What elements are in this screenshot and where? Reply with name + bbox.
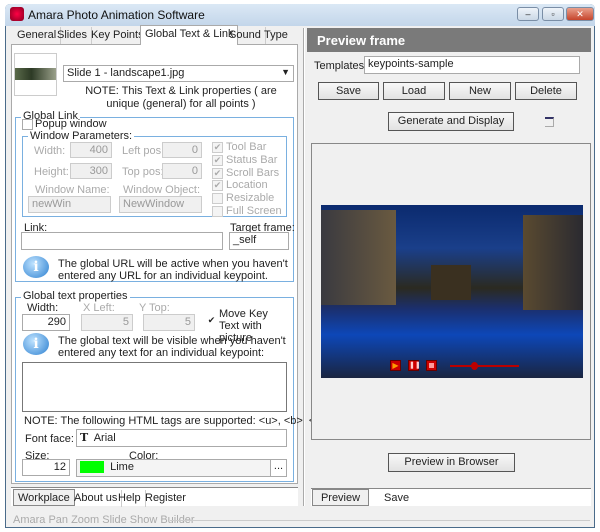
- tab-save[interactable]: Save: [380, 490, 413, 507]
- new-button[interactable]: New: [449, 82, 511, 100]
- window-name-input[interactable]: newWin: [28, 196, 111, 213]
- preview-frame-title: Preview frame: [307, 28, 591, 52]
- option-label: Resizable: [226, 192, 275, 205]
- progress-slider[interactable]: [450, 362, 519, 370]
- window-object-input[interactable]: NewWindow: [119, 196, 202, 213]
- templates-label: Templates:: [314, 60, 368, 72]
- window-parameters-title: Window Parameters:: [28, 130, 135, 142]
- top-pos-input[interactable]: 0: [162, 163, 202, 179]
- option-checkbox[interactable]: ✔: [212, 180, 223, 192]
- option-label: Location: [226, 179, 268, 192]
- option-checkbox[interactable]: ✔: [212, 154, 223, 166]
- option-checkbox[interactable]: ✔: [212, 167, 223, 179]
- tab-workplace[interactable]: Workplace: [13, 489, 75, 506]
- global-text-title: Global text properties: [21, 290, 130, 302]
- popup-window-label: Popup window: [35, 118, 107, 130]
- stop-button[interactable]: [426, 360, 437, 371]
- popup-height-input[interactable]: 300: [70, 163, 112, 179]
- font-face-value: Arial: [93, 432, 116, 444]
- left-pos-label: Left pos:: [122, 145, 165, 157]
- color-name: Lime: [110, 461, 134, 473]
- color-select[interactable]: Lime: [76, 459, 271, 477]
- tab-global-text-link[interactable]: Global Text & Link: [140, 25, 239, 45]
- chevron-down-icon: ▼: [281, 67, 290, 77]
- info-icon: i: [23, 256, 49, 278]
- size-input[interactable]: 12: [22, 459, 70, 476]
- color-picker-button[interactable]: ...: [270, 459, 287, 477]
- tab-type[interactable]: Type: [260, 27, 292, 44]
- font-face-input[interactable]: T Arial: [76, 429, 287, 447]
- option-checkbox[interactable]: ✔: [212, 142, 223, 153]
- target-frame-input[interactable]: _self: [229, 232, 289, 250]
- font-face-label: Font face:: [25, 433, 74, 445]
- text-width-label: Width:: [27, 302, 59, 314]
- x-left-label: X Left:: [83, 302, 115, 314]
- templates-input[interactable]: keypoints-sample: [364, 56, 580, 74]
- pause-button[interactable]: ❚❚: [408, 360, 421, 371]
- text-width-input[interactable]: 290: [22, 314, 70, 331]
- close-button[interactable]: ✕: [566, 7, 594, 21]
- x-left-input[interactable]: 5: [81, 314, 133, 331]
- y-top-label: Y Top:: [139, 302, 170, 314]
- save-button[interactable]: Save: [318, 82, 379, 100]
- option-label: Status Bar: [226, 153, 278, 166]
- app-icon: [10, 7, 24, 21]
- link-input[interactable]: [21, 232, 223, 250]
- preview-in-browser-button[interactable]: Preview in Browser: [388, 453, 515, 472]
- option-label: Tool Bar: [226, 141, 267, 153]
- window-icon[interactable]: [545, 117, 554, 127]
- popup-width-input[interactable]: 400: [70, 142, 112, 158]
- splitter[interactable]: [303, 28, 305, 506]
- move-key-text-checkbox[interactable]: ✔: [206, 316, 217, 327]
- minimize-button[interactable]: –: [517, 7, 539, 21]
- html-tags-note: NOTE: The following HTML tags are suppor…: [24, 415, 325, 427]
- option-checkbox[interactable]: [212, 206, 223, 217]
- delete-button[interactable]: Delete: [515, 82, 577, 100]
- play-button[interactable]: ▶: [390, 360, 401, 371]
- load-button[interactable]: Load: [383, 82, 445, 100]
- maximize-button[interactable]: ▫: [542, 7, 564, 21]
- window-name-label: Window Name:: [35, 184, 110, 196]
- tab-register[interactable]: Register: [141, 490, 190, 507]
- window-object-label: Window Object:: [123, 184, 201, 196]
- font-icon: T: [80, 431, 89, 444]
- info-icon: i: [23, 333, 49, 355]
- left-pos-input[interactable]: 0: [162, 142, 202, 158]
- slide-select-value: Slide 1 - landscape1.jpg: [67, 67, 185, 79]
- color-swatch: [80, 461, 104, 474]
- global-text-area[interactable]: [22, 362, 287, 412]
- note-unique: NOTE: This Text & Link properties ( are …: [85, 85, 277, 110]
- status-text: Amara Pan Zoom Slide Show Builder: [13, 514, 195, 526]
- tab-preview[interactable]: Preview: [312, 489, 369, 506]
- option-label: Full Screen: [226, 205, 282, 217]
- height-label: Height:: [34, 166, 69, 178]
- slide-thumbnail: [14, 53, 57, 96]
- popup-window-checkbox[interactable]: [22, 119, 33, 130]
- text-info-text: The global text will be visible when you…: [58, 335, 286, 359]
- y-top-input[interactable]: 5: [143, 314, 195, 331]
- window-title: Amara Photo Animation Software: [28, 8, 205, 22]
- preview-image: [321, 205, 583, 378]
- top-pos-label: Top pos:: [122, 166, 164, 178]
- status-divider: [170, 520, 590, 521]
- url-info-text: The global URL will be active when you h…: [58, 258, 288, 282]
- option-label: Scroll Bars: [226, 166, 280, 179]
- slide-select[interactable]: Slide 1 - landscape1.jpg ▼: [63, 65, 294, 82]
- generate-display-button[interactable]: Generate and Display: [388, 112, 514, 131]
- width-label: Width:: [34, 145, 66, 157]
- option-checkbox[interactable]: [212, 193, 223, 205]
